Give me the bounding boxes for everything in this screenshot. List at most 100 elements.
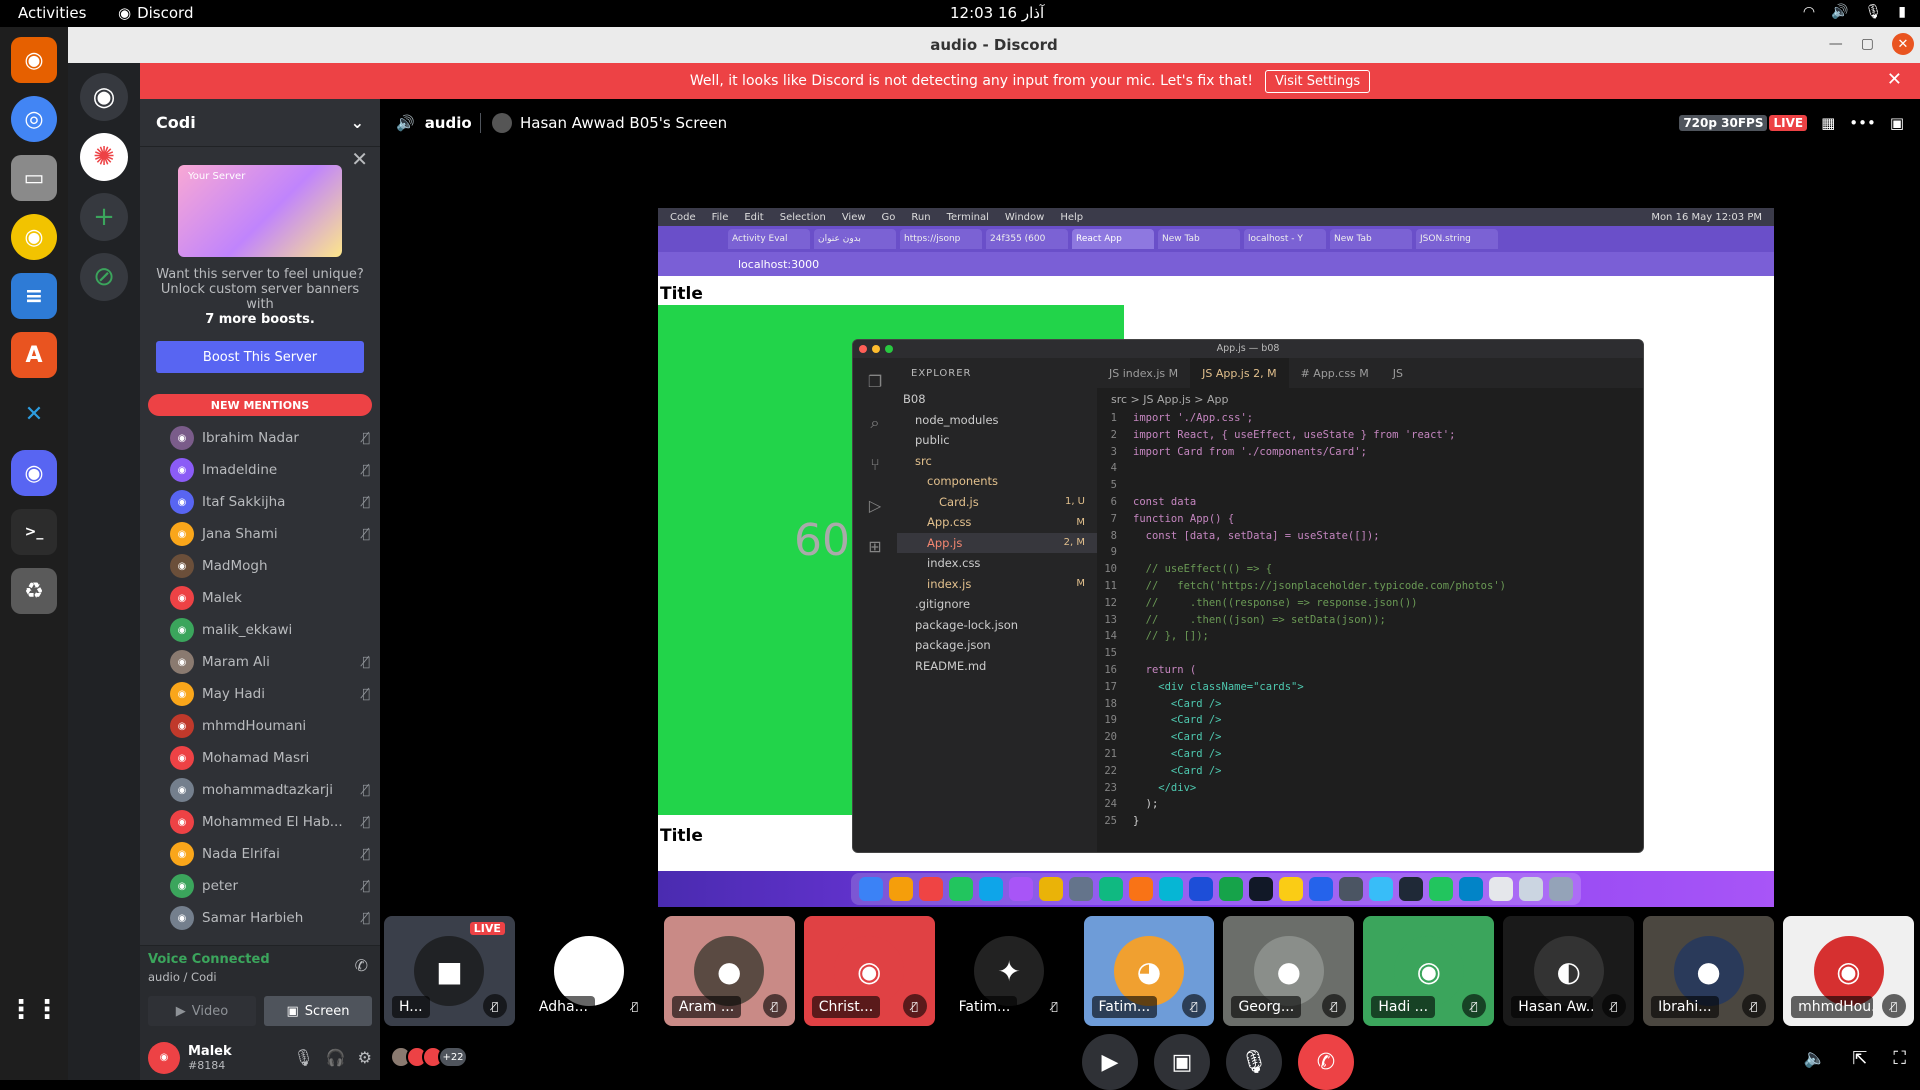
software-center-icon[interactable]: A xyxy=(11,332,57,378)
volume-icon[interactable]: 🔈 xyxy=(1804,1048,1826,1069)
camera-toggle-button[interactable]: ▶ xyxy=(1082,1034,1138,1090)
voice-user-row[interactable]: ◉ Malek xyxy=(170,582,370,614)
participant-tile[interactable]: ◉ Hadi ... 🎙̸ xyxy=(1363,916,1495,1026)
battery-icon[interactable]: ▮ xyxy=(1898,4,1906,20)
dismiss-banner-icon[interactable]: ✕ xyxy=(1887,69,1902,90)
voice-user-row[interactable]: ◉ Jana Shami 🎙̸ xyxy=(170,518,370,550)
grid-view-icon[interactable]: ▦ xyxy=(1821,114,1835,132)
headphones-icon[interactable]: 🎧 xyxy=(326,1048,346,1067)
leave-call-button[interactable]: ✆ xyxy=(1298,1034,1354,1090)
avatar: ◉ xyxy=(170,874,194,898)
discord-home-icon[interactable]: ◉ xyxy=(80,73,128,121)
shared-screen[interactable]: Code File Edit Selection View Go Run Terminal Wi… xyxy=(658,208,1774,907)
file-tree: B08 node_modules public src components Card.j… xyxy=(897,389,1097,676)
dock-app-icon xyxy=(1279,877,1303,901)
participant-tile[interactable]: ◉ Christ... 🎙̸ xyxy=(803,916,935,1026)
more-options-icon[interactable]: ••• xyxy=(1849,114,1876,132)
code-line: 8 const [data, setData] = useState([]); xyxy=(1097,528,1643,545)
libreoffice-writer-icon[interactable]: ≡ xyxy=(11,273,57,319)
visit-settings-button[interactable]: Visit Settings xyxy=(1264,69,1371,93)
voice-user-row[interactable]: ◉ mhmdHoumani xyxy=(170,710,370,742)
server-header[interactable]: Codi ⌄ xyxy=(140,99,380,147)
firefox-icon[interactable]: ◉ xyxy=(11,37,57,83)
stream-quality-badge: 720p 30FPS xyxy=(1679,115,1768,131)
avatar[interactable]: ◉ xyxy=(148,1041,180,1074)
voice-user-row[interactable]: ◉ peter 🎙̸ xyxy=(170,870,370,902)
vscode-icon[interactable]: ✕ xyxy=(11,391,57,437)
participant-tile[interactable]: ● Ibrahi... 🎙̸ xyxy=(1643,916,1775,1026)
trash-icon[interactable]: ♻ xyxy=(11,568,57,614)
voice-user-row[interactable]: ◉ Nada Elrifai 🎙̸ xyxy=(170,838,370,870)
participant-avatars[interactable]: +22 xyxy=(390,1046,468,1068)
server-icon-codi[interactable]: ✺ xyxy=(80,133,128,181)
participant-tile[interactable]: ● Aram ... 🎙̸ xyxy=(663,916,795,1026)
close-promo-icon[interactable]: ✕ xyxy=(351,147,368,171)
muted-mic-icon: 🎙̸ xyxy=(362,814,370,830)
new-mentions-pill[interactable]: NEW MENTIONS xyxy=(148,394,372,416)
popout-icon[interactable]: ⇱ xyxy=(1852,1048,1867,1069)
source-control-icon: ⑂ xyxy=(870,455,880,474)
wifi-icon[interactable]: ◠ xyxy=(1803,4,1815,20)
voice-user-row[interactable]: ◉ May Hadi 🎙̸ xyxy=(170,678,370,710)
voice-user-row[interactable]: ◉ mohammadtazkarji 🎙̸ xyxy=(170,774,370,806)
line-number: 21 xyxy=(1104,747,1117,760)
voice-user-name: Jana Shami xyxy=(202,526,278,542)
video-button[interactable]: ▶ Video xyxy=(148,996,256,1026)
file-name: .gitignore xyxy=(915,597,971,612)
participant-tile[interactable]: ✦ Fatim... 🎙̸ xyxy=(943,916,1075,1026)
mic-icon[interactable]: 🎙 xyxy=(1865,4,1883,20)
voice-user-row[interactable]: ◉ Ibrahim Nadar 🎙̸ xyxy=(170,422,370,454)
participant-tile[interactable]: ◐ Hasan Aw... 🎙̸ xyxy=(1503,916,1635,1026)
voice-user-row[interactable]: ◉ Imadeldine 🎙̸ xyxy=(170,454,370,486)
popout-chat-icon[interactable]: ▣ xyxy=(1890,114,1904,132)
editor-tab: JS xyxy=(1392,366,1404,380)
fullscreen-icon[interactable]: ⛶ xyxy=(1893,1048,1906,1069)
participant-tile[interactable]: ■ H... 🎙̸ LIVE xyxy=(384,916,515,1026)
participant-tile[interactable]: ☺ Adha... 🎙̸ xyxy=(523,916,655,1026)
clock[interactable]: 12:03 16 آذار xyxy=(950,4,1044,22)
code-text: const data xyxy=(1133,495,1197,508)
mac-clock: Mon 16 May 12:03 PM xyxy=(1651,211,1762,223)
participant-tile[interactable]: ◉mhmdHou...🎙̸ xyxy=(1783,916,1914,1026)
boost-server-button[interactable]: Boost This Server xyxy=(156,341,364,373)
voice-user-name: Maram Ali xyxy=(202,654,270,670)
voice-connected-status[interactable]: Voice Connected xyxy=(148,952,270,967)
files-icon[interactable]: ▭ xyxy=(11,155,57,201)
voice-user-row[interactable]: ◉ Mohammed El Hab... 🎙̸ xyxy=(170,806,370,838)
participant-tile[interactable]: ◕ Fatim... 🎙̸ xyxy=(1083,916,1215,1026)
extensions-icon: ⊞ xyxy=(868,537,882,556)
code-line: 23 </div> xyxy=(1097,780,1643,797)
show-apps-icon[interactable]: ⋮⋮ xyxy=(8,987,60,1033)
chrome-icon[interactable]: ◎ xyxy=(11,96,57,142)
voice-user-row[interactable]: ◉ Samar Harbieh 🎙̸ xyxy=(170,902,370,934)
voice-user-row[interactable]: ◉ Maram Ali 🎙̸ xyxy=(170,646,370,678)
participant-tile[interactable]: ● Georg... 🎙̸ xyxy=(1223,916,1355,1026)
browser-tab: بدون عنوان xyxy=(814,229,896,249)
add-server-icon[interactable]: + xyxy=(80,193,128,241)
terminal-icon[interactable]: >_ xyxy=(11,509,57,555)
code-text: } xyxy=(1133,815,1140,828)
voice-user-row[interactable]: ◉ MadMogh xyxy=(170,550,370,582)
voice-user-row[interactable]: ◉ Mohamad Masri xyxy=(170,742,370,774)
activities-button[interactable]: Activities xyxy=(18,4,86,22)
minimize-button[interactable]: — xyxy=(1829,36,1843,52)
volume-icon[interactable]: 🔊 xyxy=(1831,4,1848,20)
discord-dock-icon[interactable]: ◉ xyxy=(11,450,57,496)
voice-user-row[interactable]: ◉ Itaf Sakkijha 🎙̸ xyxy=(170,486,370,518)
screen-button[interactable]: ▣ Screen xyxy=(264,996,372,1026)
close-window-button[interactable]: ✕ xyxy=(1892,33,1914,55)
gear-icon[interactable]: ⚙ xyxy=(358,1048,372,1067)
voice-user-row[interactable]: ◉ malik_ekkawi xyxy=(170,614,370,646)
share-screen-button[interactable]: ▣ xyxy=(1154,1034,1210,1090)
system-tray[interactable]: ◠ 🔊 🎙 ▮ xyxy=(1803,4,1906,20)
maximize-button[interactable]: ▢ xyxy=(1861,36,1874,52)
microphone-icon[interactable]: 🎙 xyxy=(293,1048,313,1067)
disconnect-icon[interactable]: ✆ xyxy=(355,956,368,975)
voice-channel-path[interactable]: audio / Codi xyxy=(148,970,217,984)
explore-servers-icon[interactable]: ⊘ xyxy=(80,253,128,301)
app-menu[interactable]: ◉ Discord xyxy=(118,4,193,22)
mute-button[interactable]: 🎙 xyxy=(1226,1034,1282,1090)
mic-warning-text: Well, it looks like Discord is not detec… xyxy=(689,73,1253,89)
rhythmbox-icon[interactable]: ◉ xyxy=(11,214,57,260)
file-badge: 2, M xyxy=(1063,537,1085,549)
